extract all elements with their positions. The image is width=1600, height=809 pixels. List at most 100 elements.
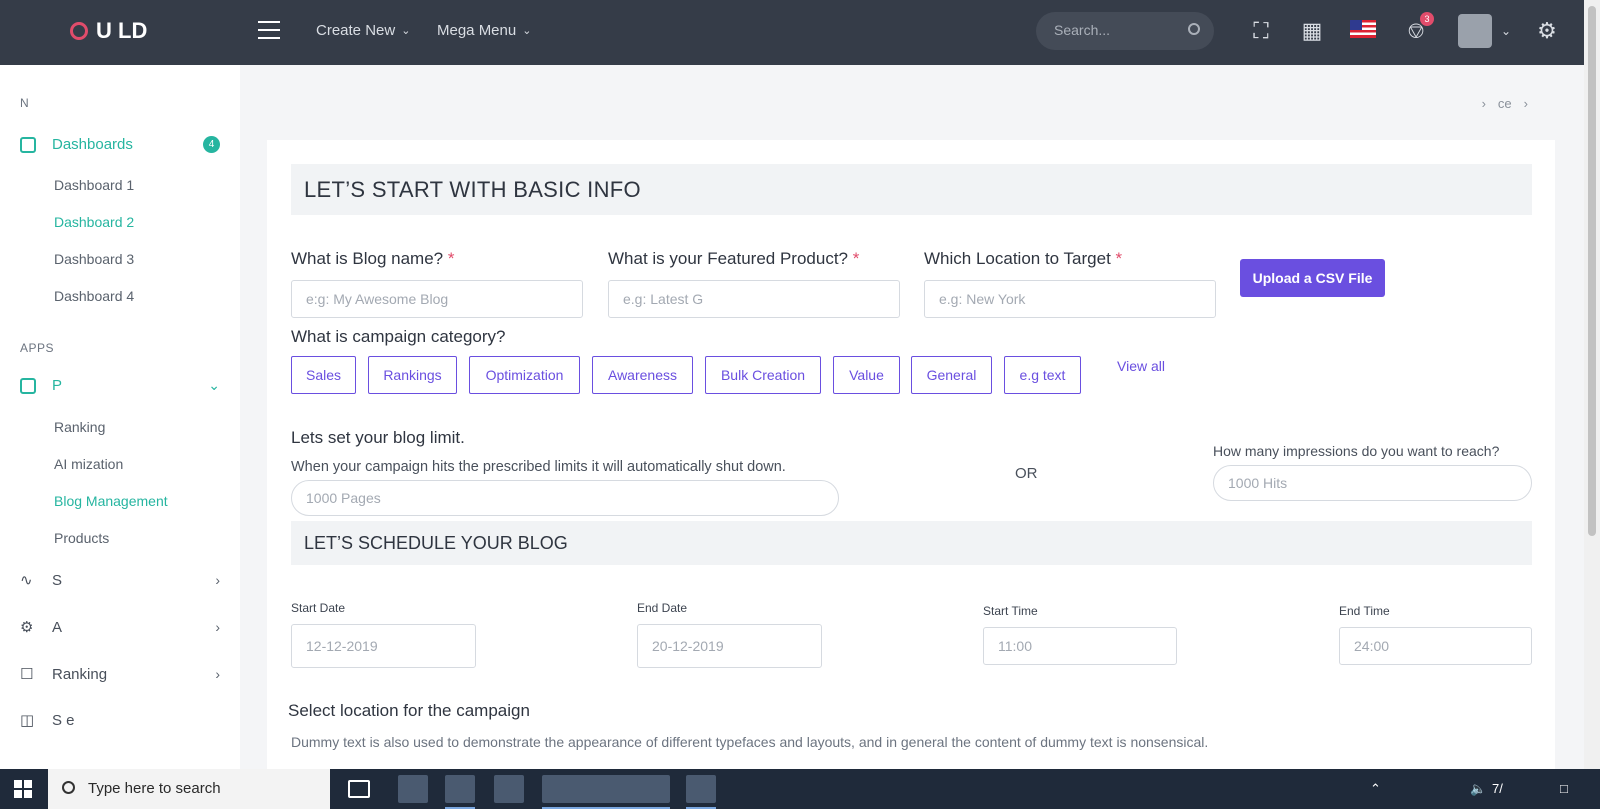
taskbar-app-icon[interactable] <box>398 775 428 803</box>
sidebar-item-a[interactable]: ⚙ A › <box>20 618 220 637</box>
monitor-icon <box>20 136 36 153</box>
cpu-icon: ⚙ <box>20 619 34 636</box>
end-date-label: End Date <box>637 601 688 615</box>
volume-icon[interactable]: 🔈 <box>1470 781 1486 797</box>
chevron-down-icon: ⌄ <box>401 25 411 37</box>
impressions-input[interactable]: 1000 Hits <box>1213 465 1532 501</box>
chevron-up-icon[interactable]: ⌃ <box>1370 781 1381 797</box>
sidebar-subitem-ai-optimization[interactable]: AI mization <box>54 456 123 472</box>
category-chip-eg-text[interactable]: e.g text <box>1004 356 1081 394</box>
sidebar-item-dashboards[interactable]: Dashboards 4 <box>20 136 220 153</box>
taskbar-search-input[interactable]: Type here to search <box>48 769 330 809</box>
search-placeholder: Search... <box>1054 22 1111 38</box>
start-date-input[interactable]: 12-12-2019 <box>291 624 476 668</box>
gear-icon[interactable]: ⚙ <box>1535 19 1559 43</box>
create-new-label: Create New <box>316 22 396 39</box>
sidebar-subitem-blog-management[interactable]: Blog Management <box>54 493 168 509</box>
sidebar-item-label: Ranking <box>52 665 108 683</box>
blog-limit-title: Lets set your blog limit. <box>291 428 465 447</box>
view-all-link[interactable]: View all <box>1117 358 1165 374</box>
campaign-location-title: Select location for the campaign <box>288 701 530 720</box>
taskbar-search-placeholder: Type here to search <box>88 780 221 797</box>
top-bar: U LD Create New ⌄ Mega Menu ⌄ Search... … <box>0 0 1584 65</box>
sidebar-subitem-dashboard-4[interactable]: Dashboard 4 <box>54 288 134 304</box>
sidebar-item-products[interactable]: P ⌄ <box>20 377 220 394</box>
task-view-icon[interactable] <box>348 780 370 798</box>
basic-info-heading: LET’S START WITH BASIC INFO <box>291 164 1532 215</box>
schedule-heading: LET’S SCHEDULE YOUR BLOG <box>291 521 1532 565</box>
category-chip-awareness[interactable]: Awareness <box>592 356 693 394</box>
category-chip-bulk-creation[interactable]: Bulk Creation <box>705 356 821 394</box>
scrollbar-thumb[interactable] <box>1588 6 1596 536</box>
end-time-label: End Time <box>1339 604 1390 618</box>
or-separator: OR <box>1015 465 1038 482</box>
category-chip-rankings[interactable]: Rankings <box>368 356 457 394</box>
end-time-input[interactable]: 24:00 <box>1339 627 1532 665</box>
page-limit-input[interactable]: 1000 Pages <box>291 480 839 516</box>
sidebar-subitem-dashboard-1[interactable]: Dashboard 1 <box>54 177 134 193</box>
end-date-input[interactable]: 20-12-2019 <box>637 624 822 668</box>
breadcrumb-item[interactable]: ce <box>1498 96 1512 111</box>
sidebar: N Dashboards 4 Dashboard 1 Dashboard 2 D… <box>0 65 240 769</box>
sidebar-item-label: P <box>52 377 63 394</box>
blog-name-label: What is Blog name? * <box>291 249 455 268</box>
mega-menu-label: Mega Menu <box>437 22 517 39</box>
taskbar-app-icon[interactable] <box>445 775 475 809</box>
target-location-input[interactable]: e.g: New York <box>924 280 1216 318</box>
category-chip-optimization[interactable]: Optimization <box>469 356 580 394</box>
brand-logo[interactable]: U LD <box>70 18 147 44</box>
taskbar-app-icon[interactable] <box>542 775 670 809</box>
sidebar-item-s[interactable]: ∿ S › <box>20 571 220 590</box>
page-scrollbar[interactable] <box>1584 0 1600 769</box>
notification-badge: 3 <box>1420 12 1434 26</box>
taskbar-app-icon[interactable] <box>494 775 524 803</box>
menu-toggle-icon[interactable] <box>258 21 280 39</box>
os-taskbar: Type here to search ⌃ 🔈 7/ □ <box>0 769 1600 809</box>
search-icon[interactable] <box>1188 23 1200 35</box>
chevron-down-icon[interactable]: ⌄ <box>1494 19 1518 43</box>
mega-menu[interactable]: Mega Menu ⌄ <box>437 22 531 39</box>
sidebar-subitem-ranking[interactable]: Ranking <box>54 419 105 435</box>
featured-product-input[interactable]: e.g: Latest G <box>608 280 900 318</box>
sidebar-item-label: Dashboards <box>52 136 133 153</box>
chevron-right-icon: › <box>215 666 220 682</box>
blog-name-input[interactable]: e:g: My Awesome Blog <box>291 280 583 318</box>
featured-product-label: What is your Featured Product? * <box>608 249 860 268</box>
sidebar-item-label: S <box>52 571 63 589</box>
avatar[interactable] <box>1458 14 1492 48</box>
box-icon <box>20 377 36 394</box>
create-new-menu[interactable]: Create New ⌄ <box>316 22 410 39</box>
sidebar-subitem-dashboard-3[interactable]: Dashboard 3 <box>54 251 134 267</box>
blog-limit-description: When your campaign hits the prescribed l… <box>291 459 786 475</box>
notifications-icon[interactable]: □ <box>1560 781 1568 796</box>
chevron-down-icon: ⌄ <box>522 25 532 37</box>
activity-icon: ∿ <box>20 572 33 589</box>
logo-icon <box>70 22 88 40</box>
windows-start-icon[interactable] <box>14 780 32 798</box>
target-location-label: Which Location to Target * <box>924 249 1123 268</box>
impressions-label: How many impressions do you want to reac… <box>1213 443 1500 459</box>
chevron-down-icon: ⌄ <box>208 377 220 393</box>
start-time-label: Start Time <box>983 604 1038 618</box>
sidebar-item-ranking[interactable]: ☐ Ranking › <box>20 665 220 684</box>
chevron-right-icon: › <box>1523 96 1528 111</box>
campaign-location-description: Dummy text is also used to demonstrate t… <box>291 734 1209 750</box>
category-chip-sales[interactable]: Sales <box>291 356 356 394</box>
search-input[interactable]: Search... <box>1036 12 1214 50</box>
taskbar-app-icon[interactable] <box>686 775 716 809</box>
sidebar-item-store[interactable]: ◫ S e <box>20 711 220 730</box>
sidebar-subitem-dashboard-2[interactable]: Dashboard 2 <box>54 214 134 230</box>
apps-grid-icon[interactable]: ▦ <box>1300 19 1324 43</box>
upload-csv-button[interactable]: Upload a CSV File <box>1240 259 1385 297</box>
chevron-right-icon: › <box>215 619 220 635</box>
fullscreen-icon[interactable]: ⛶ <box>1249 19 1273 43</box>
sidebar-item-label: S e <box>52 711 75 729</box>
start-time-input[interactable]: 11:00 <box>983 627 1177 665</box>
category-chip-general[interactable]: General <box>911 356 992 394</box>
category-chip-value[interactable]: Value <box>833 356 900 394</box>
sidebar-subitem-products[interactable]: Products <box>54 530 109 546</box>
taskbar-clock[interactable]: 7/ <box>1492 781 1503 796</box>
chevron-right-icon: › <box>1481 96 1486 111</box>
us-flag-icon[interactable] <box>1350 20 1376 38</box>
bookmark-icon: ☐ <box>20 666 34 683</box>
